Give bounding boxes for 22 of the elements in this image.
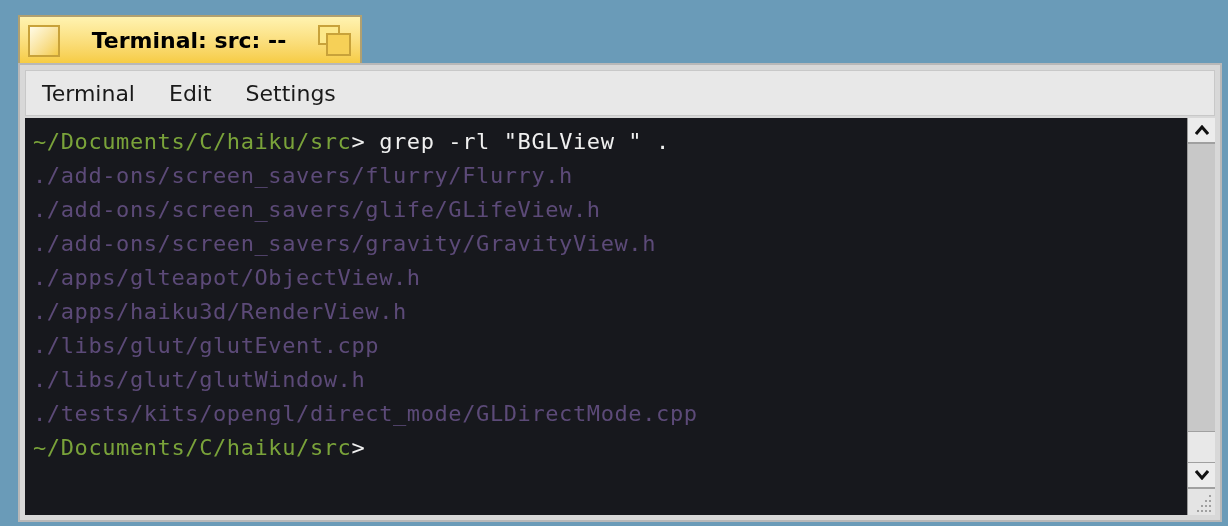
- output-line: ./add-ons/screen_savers/gravity/GravityView.h: [33, 229, 657, 258]
- window-title: Terminal: src: --: [90, 27, 288, 55]
- scroll-up-button[interactable]: [1188, 118, 1215, 144]
- menu-item[interactable]: Settings: [245, 76, 336, 110]
- scroll-down-button[interactable]: [1188, 463, 1215, 489]
- output-line: ./tests/kits/opengl/direct_mode/GLDirectMode.cpp: [33, 399, 698, 428]
- output-line: ./libs/glut/glutEvent.cpp: [33, 331, 380, 360]
- close-button[interactable]: [28, 24, 60, 57]
- menu-item[interactable]: Edit: [169, 76, 212, 110]
- prompt-symbol: >: [351, 433, 366, 462]
- output-line: ./add-ons/screen_savers/flurry/Flurry.h: [33, 161, 573, 190]
- command-text: grep -rl "BGLView " .: [378, 127, 670, 156]
- output-line: ./libs/glut/glutWindow.h: [33, 365, 366, 394]
- prompt-path: ~/Documents/C/haiku/src: [33, 127, 352, 156]
- output-line: ./add-ons/screen_savers/glife/GLifeView.h: [33, 195, 601, 224]
- output-line: ./apps/haiku3d/RenderView.h: [33, 297, 407, 326]
- output-line: ./apps/glteapot/ObjectView.h: [33, 263, 421, 292]
- prompt-path: ~/Documents/C/haiku/src: [33, 433, 352, 462]
- prompt-symbol: >: [351, 127, 366, 156]
- zoom-button[interactable]: [318, 24, 352, 57]
- menu-item[interactable]: Terminal: [42, 76, 135, 110]
- scroll-thumb[interactable]: [1188, 431, 1215, 463]
